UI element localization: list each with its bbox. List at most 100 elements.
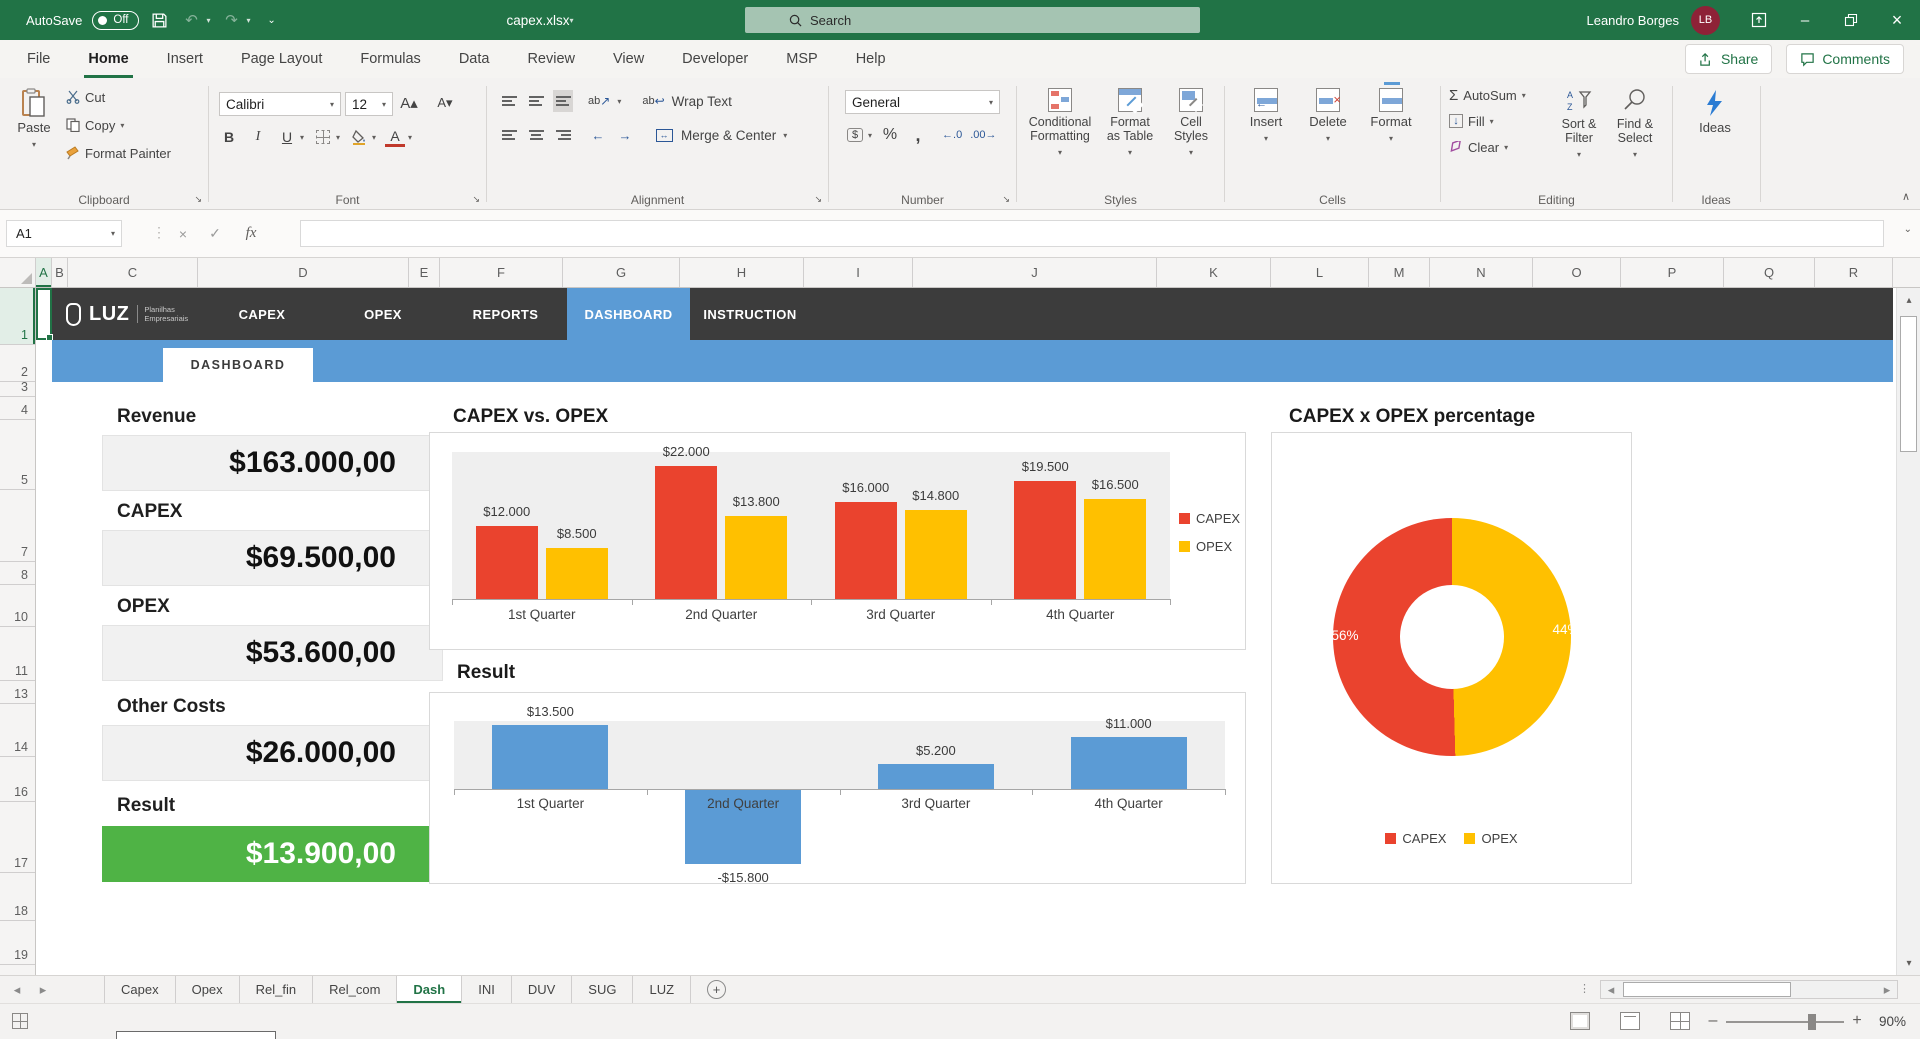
- sheet-next-icon[interactable]: ▸: [30, 976, 56, 1003]
- row-header-2[interactable]: 2: [0, 345, 35, 382]
- hscroll-left-icon[interactable]: ◂: [1601, 982, 1621, 998]
- align-center-icon[interactable]: [526, 124, 546, 146]
- redo-dropdown-icon[interactable]: ▾: [247, 16, 251, 25]
- column-header-q[interactable]: Q: [1724, 258, 1815, 287]
- column-header-i[interactable]: I: [804, 258, 913, 287]
- share-button[interactable]: Share: [1685, 44, 1772, 74]
- donut-chart[interactable]: 56%44%CAPEXOPEX: [1271, 432, 1632, 884]
- top-align-icon[interactable]: [499, 90, 519, 112]
- find-select-button[interactable]: Find & Select▾: [1609, 82, 1661, 162]
- ribbon-tab-view[interactable]: View: [594, 40, 663, 78]
- format-painter-button[interactable]: Format Painter: [66, 142, 171, 164]
- column-header-p[interactable]: P: [1621, 258, 1724, 287]
- horizontal-scrollbar[interactable]: ◂ ▸: [1600, 980, 1898, 999]
- ribbon-tab-home[interactable]: Home: [69, 40, 147, 78]
- name-box[interactable]: A1▾: [6, 220, 122, 247]
- row-header-10[interactable]: 10: [0, 585, 35, 627]
- vertical-scrollbar[interactable]: ▴ ▾: [1896, 288, 1920, 975]
- zoom-in-icon[interactable]: +: [1846, 1010, 1868, 1032]
- italic-icon[interactable]: I: [248, 126, 268, 148]
- row-header-8[interactable]: 8: [0, 562, 35, 585]
- ribbon-tab-file[interactable]: File: [8, 40, 69, 78]
- insert-cells-button[interactable]: ← Insert▾: [1239, 82, 1293, 146]
- column-header-c[interactable]: C: [68, 258, 198, 287]
- column-header-f[interactable]: F: [440, 258, 563, 287]
- selected-cell-a1[interactable]: [36, 288, 52, 340]
- enter-formula-icon[interactable]: ✓: [200, 220, 230, 247]
- autosum-button[interactable]: ΣAutoSum▾: [1449, 84, 1526, 106]
- column-header-d[interactable]: D: [198, 258, 409, 287]
- undo-dropdown-icon[interactable]: ▾: [207, 16, 211, 25]
- zoom-slider-thumb[interactable]: [1808, 1014, 1816, 1030]
- increase-decimal-icon[interactable]: ←.0: [942, 124, 962, 146]
- nav-item-dashboard[interactable]: DASHBOARD: [567, 288, 690, 340]
- copy-button[interactable]: Copy▾: [66, 114, 171, 136]
- status-grid-icon[interactable]: [12, 1013, 28, 1029]
- row-header-11[interactable]: 11: [0, 627, 35, 681]
- sheet-tab-sug[interactable]: SUG: [572, 976, 633, 1003]
- grow-font-icon[interactable]: A▴: [399, 92, 419, 114]
- wrap-text-icon[interactable]: ab↩: [642, 90, 664, 112]
- format-as-table-button[interactable]: Format as Table▾: [1099, 82, 1161, 160]
- minimize-button[interactable]: –: [1782, 0, 1828, 40]
- number-dialog-launcher-icon[interactable]: ↘: [996, 191, 1010, 205]
- align-left-icon[interactable]: [499, 124, 519, 146]
- capex-opex-chart[interactable]: $12.000$8.5001st Quarter$22.000$13.8002n…: [429, 432, 1246, 650]
- column-header-o[interactable]: O: [1533, 258, 1621, 287]
- column-header-k[interactable]: K: [1157, 258, 1271, 287]
- sheet-tab-duv[interactable]: DUV: [512, 976, 572, 1003]
- column-header-a[interactable]: A: [36, 258, 52, 287]
- ribbon-tab-data[interactable]: Data: [440, 40, 509, 78]
- column-header-g[interactable]: G: [563, 258, 680, 287]
- nav-item-reports[interactable]: REPORTS: [444, 288, 567, 340]
- row-header-1[interactable]: 1: [0, 288, 35, 345]
- percent-style-icon[interactable]: %: [880, 124, 900, 146]
- column-header-j[interactable]: J: [913, 258, 1157, 287]
- column-header-b[interactable]: B: [52, 258, 68, 287]
- column-header-l[interactable]: L: [1271, 258, 1369, 287]
- number-format-select[interactable]: General▾: [845, 90, 1000, 114]
- ribbon-tab-msp[interactable]: MSP: [767, 40, 836, 78]
- zoom-level[interactable]: 90%: [1866, 1014, 1906, 1029]
- normal-view-icon[interactable]: [1570, 1012, 1590, 1030]
- alignment-dialog-launcher-icon[interactable]: ↘: [808, 191, 822, 205]
- cut-button[interactable]: Cut: [66, 86, 171, 108]
- cancel-formula-icon[interactable]: ×: [168, 220, 198, 247]
- insert-function-icon[interactable]: fx: [236, 220, 266, 247]
- row-header-19[interactable]: 19: [0, 921, 35, 965]
- hscroll-right-icon[interactable]: ▸: [1877, 982, 1897, 998]
- column-header-h[interactable]: H: [680, 258, 804, 287]
- sheet-canvas[interactable]: LUZPlanilhasEmpresariaisCAPEXOPEXREPORTS…: [36, 288, 1896, 975]
- sheet-prev-icon[interactable]: ◂: [4, 976, 30, 1003]
- ribbon-display-options-button[interactable]: [1736, 0, 1782, 40]
- search-bar[interactable]: Search: [745, 7, 1200, 33]
- zoom-out-icon[interactable]: –: [1702, 1010, 1724, 1032]
- column-header-n[interactable]: N: [1430, 258, 1533, 287]
- comments-button[interactable]: Comments: [1786, 44, 1904, 74]
- close-button[interactable]: ×: [1874, 0, 1920, 40]
- row-header-3[interactable]: 3: [0, 382, 35, 397]
- merge-center-icon[interactable]: ↔: [654, 124, 674, 146]
- row-header-14[interactable]: 14: [0, 704, 35, 757]
- sheet-tab-opex[interactable]: Opex: [176, 976, 240, 1003]
- autosave-toggle[interactable]: Off: [92, 11, 138, 30]
- horizontal-scroll-thumb[interactable]: [1623, 982, 1791, 997]
- row-header-13[interactable]: 13: [0, 681, 35, 704]
- font-dialog-launcher-icon[interactable]: ↘: [466, 191, 480, 205]
- avatar[interactable]: LB: [1691, 6, 1720, 35]
- ribbon-tab-formulas[interactable]: Formulas: [341, 40, 439, 78]
- scroll-up-icon[interactable]: ▴: [1897, 288, 1920, 312]
- collapse-ribbon-icon[interactable]: ∧: [1902, 190, 1910, 203]
- middle-align-icon[interactable]: [526, 90, 546, 112]
- font-color-icon[interactable]: A: [385, 128, 405, 147]
- row-header-7[interactable]: 7: [0, 490, 35, 562]
- accounting-format-icon[interactable]: $: [845, 124, 865, 146]
- decrease-decimal-icon[interactable]: .00→: [970, 124, 996, 146]
- clipboard-dialog-launcher-icon[interactable]: ↘: [188, 191, 202, 205]
- page-break-view-icon[interactable]: [1670, 1012, 1690, 1030]
- column-header-e[interactable]: E: [409, 258, 440, 287]
- nav-item-opex[interactable]: OPEX: [322, 288, 444, 340]
- zoom-slider[interactable]: [1726, 1021, 1844, 1023]
- delete-cells-button[interactable]: × Delete▾: [1301, 82, 1355, 146]
- ideas-button[interactable]: Ideas: [1689, 82, 1741, 135]
